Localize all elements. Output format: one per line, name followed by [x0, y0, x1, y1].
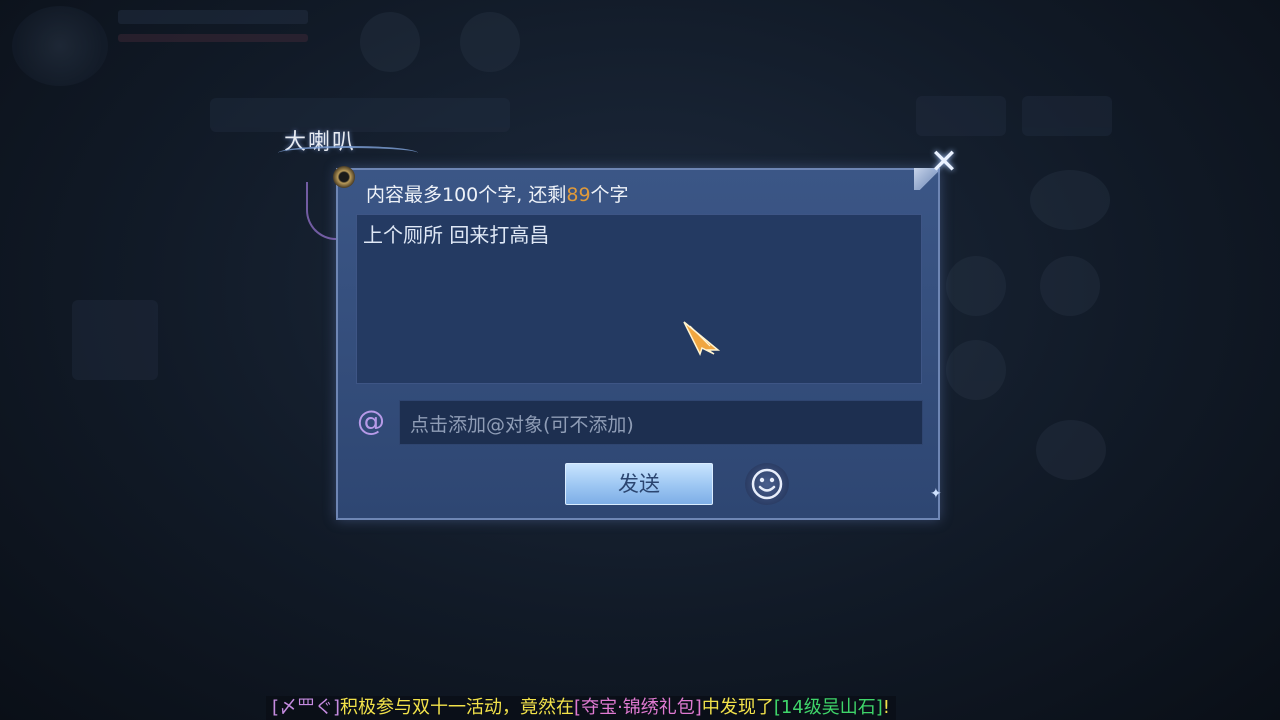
- title-swoosh-decoration: [278, 146, 418, 160]
- cursor-arrow-icon: [683, 321, 721, 356]
- send-button[interactable]: 发送: [565, 463, 713, 505]
- character-limit-hint: 内容最多100个字, 还剩89个字: [366, 180, 629, 207]
- background-tile: [72, 300, 158, 380]
- background-item: [946, 340, 1006, 400]
- sparkle-decoration: ✦: [930, 486, 942, 502]
- background-item: [360, 12, 420, 72]
- message-text: 上个厕所 回来打高昌: [363, 223, 550, 247]
- emoji-button[interactable]: [745, 463, 789, 505]
- background-item: [1040, 256, 1100, 316]
- at-icon: @: [357, 404, 385, 437]
- announcement-text: 中发现了: [701, 697, 774, 718]
- remaining-count: 89: [566, 184, 591, 206]
- announcement-player-name[interactable]: [〆罒ぐ]: [272, 697, 340, 718]
- mention-placeholder: 点击添加@对象(可不添加): [410, 414, 634, 436]
- background-item: [1036, 420, 1106, 480]
- player-mp-bar: [118, 34, 308, 42]
- player-avatar: [12, 6, 108, 86]
- background-tile: [916, 96, 1006, 136]
- player-hp-bar: [118, 10, 308, 24]
- close-button[interactable]: ✕: [926, 142, 962, 182]
- announcement-text: 积极参与双十一活动，竟然在: [340, 697, 575, 718]
- system-announcement: [〆罒ぐ]积极参与双十一活动，竟然在[夺宝·锦绣礼包]中发现了[14级吴山石]!: [266, 696, 896, 720]
- hint-prefix: 内容最多100个字, 还剩: [366, 184, 567, 206]
- hint-suffix: 个字: [590, 184, 629, 206]
- announcement-item-link[interactable]: [夺宝·锦绣礼包]: [574, 697, 702, 718]
- message-textarea[interactable]: 上个厕所 回来打高昌: [356, 214, 922, 384]
- background-item: [460, 12, 520, 72]
- background-tile: [210, 98, 510, 132]
- pin-decoration: [333, 166, 355, 188]
- announcement-text: !: [882, 697, 890, 718]
- close-icon: ✕: [929, 142, 959, 182]
- mention-input[interactable]: 点击添加@对象(可不添加): [399, 400, 923, 445]
- background-item: [946, 256, 1006, 316]
- announcement-item-link[interactable]: [14级吴山石]: [774, 697, 883, 718]
- background-tile: [1022, 96, 1112, 136]
- emoji-smiley-icon: [751, 468, 783, 500]
- background-item: [1030, 170, 1110, 230]
